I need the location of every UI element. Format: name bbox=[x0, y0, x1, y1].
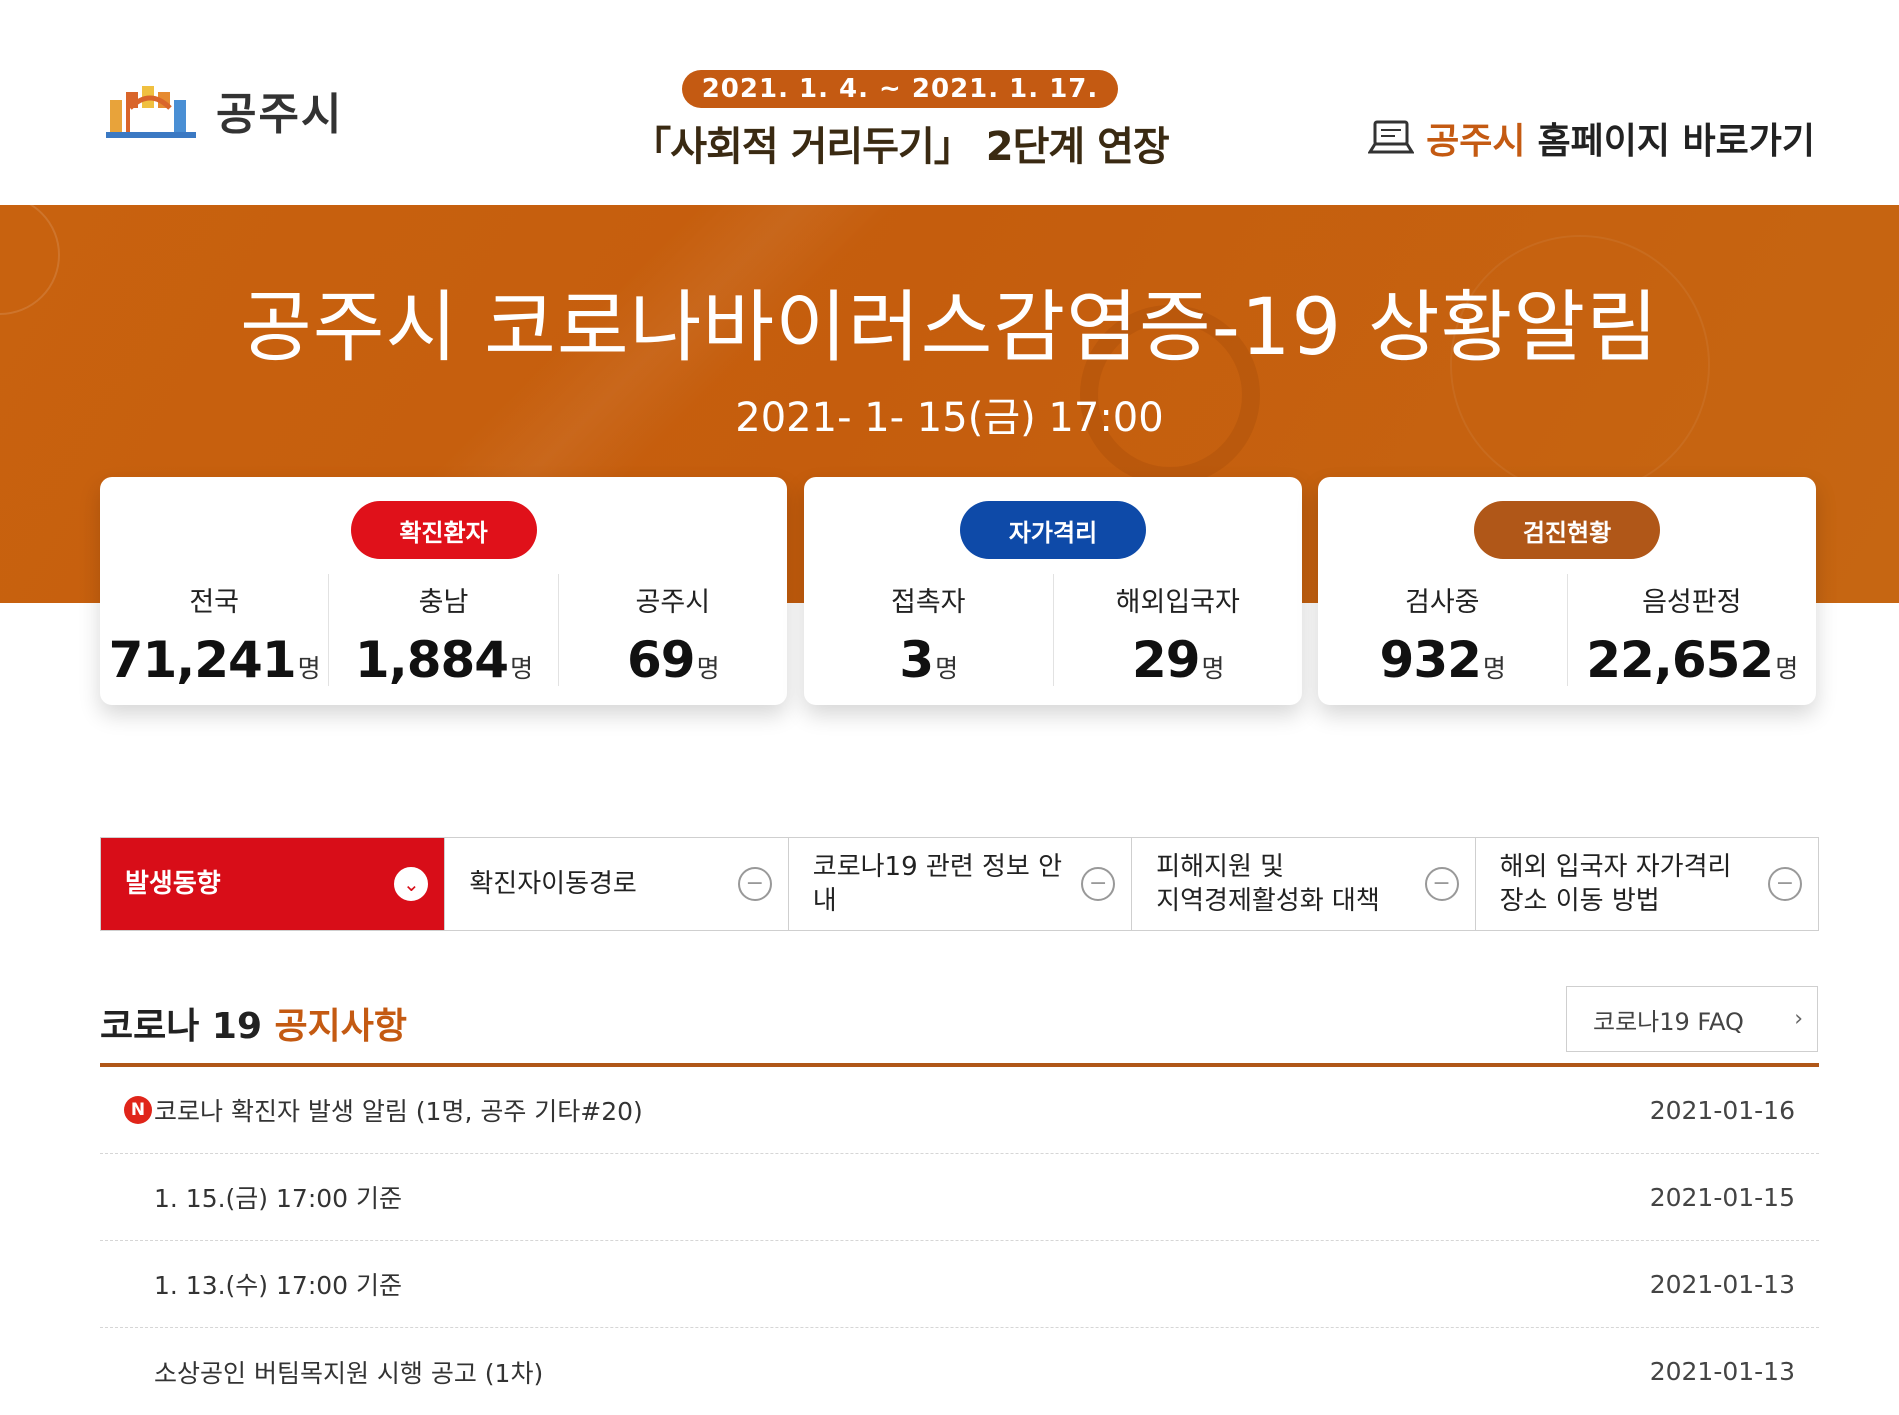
site-header: 공주시 2021. 1. 4. ~ 2021. 1. 17. 「사회적 거리두기… bbox=[0, 0, 1899, 205]
tab-label: 해외 입국자 자가격리 장소 이동 방법 bbox=[1499, 852, 1732, 916]
minus-icon: − bbox=[737, 867, 772, 901]
notice-date: 2021-01-15 bbox=[1649, 1182, 1795, 1212]
info-tabs: 발생동향 ⌄ 확진자이동경로 − 코로나19 관련 정보 안내 − 피해지원 및… bbox=[100, 837, 1819, 931]
stat-label: 검사중 bbox=[1404, 587, 1480, 618]
notice-title[interactable]: 소상공인 버팀목지원 시행 공고 (1차) bbox=[154, 1354, 543, 1390]
notice-title[interactable]: 1. 15.(금) 17:00 기준 bbox=[154, 1179, 402, 1215]
confirmed-cases-card: 확진환자 전국 71,241명 충남 1,884명 공주시 69명 bbox=[100, 477, 787, 705]
stat-value: 1,884명 bbox=[354, 631, 533, 689]
notice-title-highlight: 공지사항 bbox=[274, 1006, 408, 1047]
distancing-campaign-banner: 2021. 1. 4. ~ 2021. 1. 17. 「사회적 거리두기」 2단… bbox=[620, 70, 1180, 172]
chevron-right-icon: › bbox=[1794, 1006, 1803, 1032]
notice-date: 2021-01-13 bbox=[1649, 1357, 1795, 1386]
stat-label: 전국 bbox=[189, 587, 239, 618]
stat-value: 3명 bbox=[899, 631, 958, 689]
stat-testing: 검사중 932명 bbox=[1318, 574, 1567, 689]
stat-value: 932명 bbox=[1379, 631, 1506, 689]
stat-value: 71,241명 bbox=[108, 631, 321, 689]
stat-gongju: 공주시 69명 bbox=[557, 574, 787, 689]
stat-label: 접촉자 bbox=[890, 587, 966, 618]
stat-national: 전국 71,241명 bbox=[100, 574, 328, 689]
notice-row[interactable]: N 코로나 확진자 발생 알림 (1명, 공주 기타#20) 2021-01-1… bbox=[100, 1067, 1819, 1154]
laptop-icon bbox=[1368, 120, 1415, 154]
home-link-label: 홈페이지 바로가기 bbox=[1537, 121, 1816, 162]
faq-button[interactable]: 코로나19 FAQ › bbox=[1566, 986, 1818, 1052]
tab-label: 코로나19 관련 정보 안내 bbox=[812, 852, 1063, 916]
notice-title[interactable]: 코로나 확진자 발생 알림 (1명, 공주 기타#20) bbox=[154, 1092, 643, 1128]
notice-title-prefix: 코로나 19 bbox=[100, 1006, 262, 1047]
confirmed-pill: 확진환자 bbox=[350, 501, 537, 559]
notice-title[interactable]: 1. 13.(수) 17:00 기준 bbox=[154, 1266, 402, 1302]
notice-list: N 코로나 확진자 발생 알림 (1명, 공주 기타#20) 2021-01-1… bbox=[100, 1067, 1819, 1415]
stat-overseas-arrivals: 해외입국자 29명 bbox=[1052, 574, 1303, 689]
stat-value: 69명 bbox=[627, 631, 720, 689]
stat-label: 충남 bbox=[418, 587, 469, 618]
notice-section-title: 코로나 19 공지사항 bbox=[100, 997, 407, 1049]
tab-covid-info[interactable]: 코로나19 관련 정보 안내 − bbox=[787, 838, 1132, 930]
stat-value: 22,652명 bbox=[1586, 631, 1798, 689]
tab-label: 확진자이동경로 bbox=[469, 869, 637, 899]
tab-label: 피해지원 및 지역경제활성화 대책 bbox=[1156, 852, 1380, 916]
minus-icon: − bbox=[1081, 867, 1116, 901]
page-title: 공주시 코로나바이러스감염증-19 상황알림 bbox=[240, 283, 1659, 373]
new-badge-icon: N bbox=[124, 1096, 152, 1124]
campaign-title: 「사회적 거리두기」 2단계 연장 bbox=[631, 124, 1169, 170]
notice-row[interactable]: 소상공인 버팀목지원 시행 공고 (1차) 2021-01-13 bbox=[100, 1328, 1819, 1415]
faq-button-label: 코로나19 FAQ bbox=[1593, 1007, 1744, 1036]
testing-status-card: 검진현황 검사중 932명 음성판정 22,652명 bbox=[1318, 477, 1816, 705]
gongju-logo-icon bbox=[106, 86, 196, 138]
quarantine-pill: 자가격리 bbox=[960, 501, 1146, 559]
home-link-brand: 공주시 bbox=[1426, 121, 1526, 162]
notice-date: 2021-01-13 bbox=[1649, 1269, 1795, 1299]
city-logo[interactable]: 공주시 bbox=[100, 70, 343, 150]
notice-row[interactable]: 1. 13.(수) 17:00 기준 2021-01-13 bbox=[100, 1241, 1819, 1328]
homepage-shortcut-link[interactable]: 공주시 홈페이지 바로가기 bbox=[1368, 112, 1815, 164]
minus-icon: − bbox=[1768, 867, 1803, 901]
chevron-down-icon: ⌄ bbox=[394, 867, 429, 901]
tab-overseas-quarantine[interactable]: 해외 입국자 자가격리 장소 이동 방법 − bbox=[1474, 838, 1819, 930]
logo-text: 공주시 bbox=[216, 89, 344, 140]
notice-row[interactable]: 1. 15.(금) 17:00 기준 2021-01-15 bbox=[100, 1154, 1819, 1241]
stat-contacts: 접촉자 3명 bbox=[804, 574, 1053, 689]
tab-outbreak-trend[interactable]: 발생동향 ⌄ bbox=[101, 838, 445, 930]
stat-label: 음성판정 bbox=[1642, 587, 1742, 618]
tab-patient-route[interactable]: 확진자이동경로 − bbox=[444, 838, 788, 930]
stat-label: 공주시 bbox=[635, 587, 711, 618]
update-datetime: 2021- 1- 15(금) 17:00 bbox=[735, 395, 1164, 441]
stat-negative: 음성판정 22,652명 bbox=[1566, 574, 1817, 689]
notice-date: 2021-01-16 bbox=[1649, 1095, 1795, 1125]
testing-pill: 검진현황 bbox=[1474, 501, 1660, 559]
campaign-date: 2021. 1. 4. ~ 2021. 1. 17. bbox=[681, 70, 1119, 108]
stat-value: 29명 bbox=[1131, 631, 1225, 689]
stat-label: 해외입국자 bbox=[1115, 587, 1240, 618]
minus-icon: − bbox=[1424, 867, 1459, 901]
self-quarantine-card: 자가격리 접촉자 3명 해외입국자 29명 bbox=[804, 477, 1302, 705]
tab-damage-support[interactable]: 피해지원 및 지역경제활성화 대책 − bbox=[1131, 838, 1475, 930]
tab-label: 발생동향 bbox=[125, 869, 221, 899]
stat-chungnam: 충남 1,884명 bbox=[328, 574, 557, 689]
